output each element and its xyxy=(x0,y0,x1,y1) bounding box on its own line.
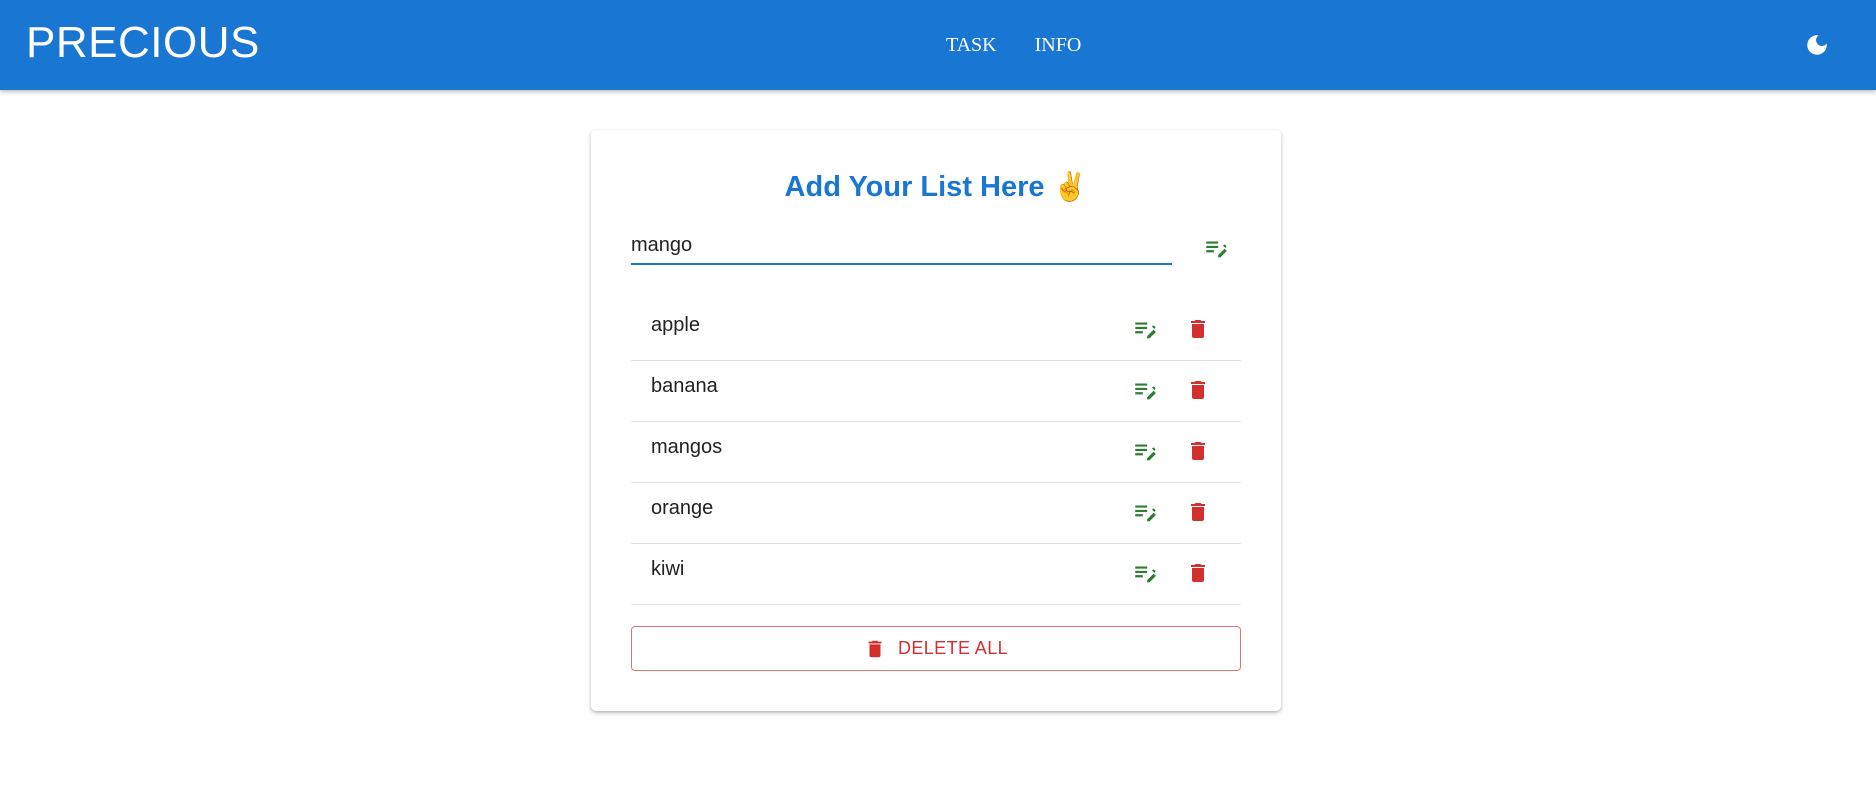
delete-item-button[interactable] xyxy=(1181,373,1215,407)
card-title: Add Your List Here ✌️ xyxy=(591,170,1281,204)
list-item-label: apple xyxy=(651,314,700,336)
playlist-edit-icon xyxy=(1206,241,1227,258)
list-item: kiwi xyxy=(631,544,1241,605)
trash-icon xyxy=(1191,442,1205,460)
list-item-label: mangos xyxy=(651,436,723,458)
delete-item-button[interactable] xyxy=(1181,495,1215,529)
add-item-button[interactable] xyxy=(1198,230,1234,266)
playlist-edit-icon xyxy=(1135,505,1156,522)
delete-item-button[interactable] xyxy=(1181,556,1215,590)
victory-hand-emoji: ✌️ xyxy=(1052,170,1088,203)
trash-icon xyxy=(1191,564,1205,582)
delete-all-button[interactable]: DELETE ALL xyxy=(631,626,1241,671)
item-list: apple banana mangos orange kiwi xyxy=(631,300,1241,605)
list-item: mangos xyxy=(631,422,1241,483)
edit-item-button[interactable] xyxy=(1128,434,1162,468)
trash-icon xyxy=(1191,503,1205,521)
edit-item-button[interactable] xyxy=(1128,495,1162,529)
playlist-edit-icon xyxy=(1135,383,1156,400)
nav-task[interactable]: TASK xyxy=(940,32,1003,59)
theme-toggle-button[interactable] xyxy=(1801,29,1833,61)
list-item-label: kiwi xyxy=(651,558,685,580)
edit-item-button[interactable] xyxy=(1128,373,1162,407)
list-item-label: orange xyxy=(651,497,714,519)
edit-item-button[interactable] xyxy=(1128,312,1162,346)
todo-card: Add Your List Here ✌️ apple banana xyxy=(591,130,1281,711)
delete-all-label: DELETE ALL xyxy=(897,638,1009,658)
app-bar: PRECIOUS TASK INFO xyxy=(0,0,1876,90)
list-item: banana xyxy=(631,361,1241,422)
trash-icon xyxy=(868,640,882,657)
playlist-edit-icon xyxy=(1135,322,1156,339)
brand-logo[interactable]: PRECIOUS xyxy=(26,18,260,68)
playlist-edit-icon xyxy=(1135,444,1156,461)
delete-item-button[interactable] xyxy=(1181,312,1215,346)
playlist-edit-icon xyxy=(1135,566,1156,583)
card-title-text: Add Your List Here xyxy=(784,171,1045,203)
delete-item-button[interactable] xyxy=(1181,434,1215,468)
task-input-wrapper xyxy=(631,225,1172,265)
task-input[interactable] xyxy=(631,225,1172,261)
list-item: orange xyxy=(631,483,1241,544)
list-item: apple xyxy=(631,300,1241,361)
main-nav: TASK INFO xyxy=(940,30,1087,60)
moon-icon xyxy=(1807,35,1827,55)
edit-item-button[interactable] xyxy=(1128,556,1162,590)
trash-icon xyxy=(1191,320,1205,338)
trash-icon xyxy=(1191,381,1205,399)
nav-info[interactable]: INFO xyxy=(1029,32,1088,59)
list-item-label: banana xyxy=(651,375,718,397)
